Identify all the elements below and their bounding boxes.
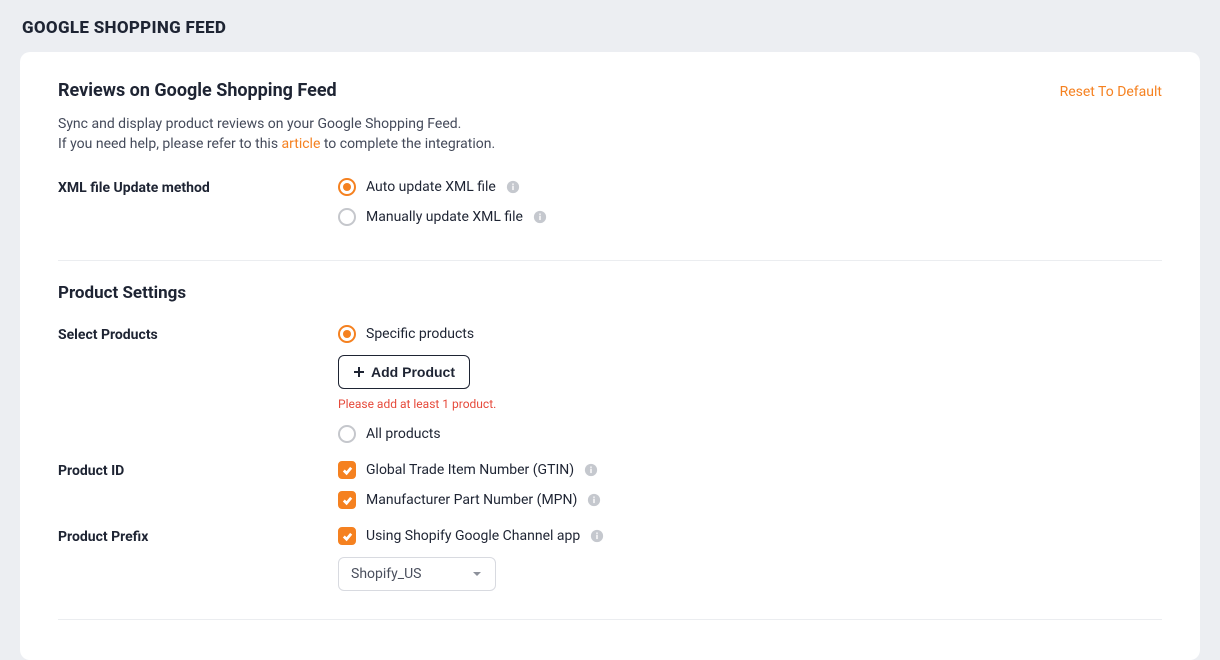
radio-icon xyxy=(338,325,356,343)
product-prefix-options: Using Shopify Google Channel app Shopify… xyxy=(338,527,1162,591)
checkbox-label-shopify-channel: Using Shopify Google Channel app xyxy=(366,528,580,544)
radio-specific-products[interactable]: Specific products xyxy=(338,325,1162,343)
checkbox-gtin[interactable]: Global Trade Item Number (GTIN) xyxy=(338,461,1162,479)
plus-icon xyxy=(353,366,365,378)
settings-card: Reviews on Google Shopping Feed Sync and… xyxy=(20,52,1200,660)
checkbox-icon xyxy=(338,461,356,479)
radio-icon xyxy=(338,425,356,443)
desc-line-1: Sync and display product reviews on your… xyxy=(58,116,461,132)
checkbox-label-mpn: Manufacturer Part Number (MPN) xyxy=(366,492,577,508)
radio-label-auto: Auto update XML file xyxy=(366,179,496,195)
checkbox-icon xyxy=(338,527,356,545)
radio-manual-update[interactable]: Manually update XML file xyxy=(338,208,1162,226)
radio-all-products[interactable]: All products xyxy=(338,425,1162,443)
checkbox-label-gtin: Global Trade Item Number (GTIN) xyxy=(366,462,574,478)
select-products-options: Specific products Add Product Please add… xyxy=(338,325,1162,443)
desc-line-2b: to complete the integration. xyxy=(320,136,495,152)
xml-update-row: XML file Update method Auto update XML f… xyxy=(58,178,1162,238)
info-icon[interactable] xyxy=(590,529,604,543)
product-settings-heading: Product Settings xyxy=(58,283,1162,303)
checkbox-mpn[interactable]: Manufacturer Part Number (MPN) xyxy=(338,491,1162,509)
xml-update-options: Auto update XML file Manually update XML… xyxy=(338,178,1162,238)
product-prefix-label: Product Prefix xyxy=(58,527,338,545)
select-products-row: Select Products Specific products Add Pr… xyxy=(58,325,1162,443)
prefix-select-value: Shopify_US xyxy=(351,566,421,582)
radio-label-specific: Specific products xyxy=(366,326,474,342)
radio-label-all: All products xyxy=(366,426,441,442)
info-icon[interactable] xyxy=(506,180,520,194)
add-product-error: Please add at least 1 product. xyxy=(338,397,1162,411)
card-heading: Reviews on Google Shopping Feed xyxy=(58,80,495,101)
page-title: GOOGLE SHOPPING FEED xyxy=(0,0,1220,52)
checkbox-shopify-channel[interactable]: Using Shopify Google Channel app xyxy=(338,527,1162,545)
info-icon[interactable] xyxy=(587,493,601,507)
add-product-label: Add Product xyxy=(371,364,455,380)
product-prefix-row: Product Prefix Using Shopify Google Chan… xyxy=(58,527,1162,591)
section-divider xyxy=(58,260,1162,261)
checkbox-icon xyxy=(338,491,356,509)
reset-to-default-link[interactable]: Reset To Default xyxy=(1060,84,1162,100)
radio-icon xyxy=(338,208,356,226)
product-id-options: Global Trade Item Number (GTIN) Manufact… xyxy=(338,461,1162,509)
select-products-label: Select Products xyxy=(58,325,338,343)
product-id-row: Product ID Global Trade Item Number (GTI… xyxy=(58,461,1162,509)
radio-icon xyxy=(338,178,356,196)
desc-line-2a: If you need help, please refer to this xyxy=(58,136,282,152)
card-description: Sync and display product reviews on your… xyxy=(58,115,495,154)
info-icon[interactable] xyxy=(533,210,547,224)
prefix-select[interactable]: Shopify_US xyxy=(338,557,496,591)
radio-auto-update[interactable]: Auto update XML file xyxy=(338,178,1162,196)
radio-label-manual: Manually update XML file xyxy=(366,209,523,225)
card-header: Reviews on Google Shopping Feed Sync and… xyxy=(58,80,1162,178)
section-divider xyxy=(58,619,1162,620)
xml-update-label: XML file Update method xyxy=(58,178,338,196)
add-product-button[interactable]: Add Product xyxy=(338,355,470,389)
info-icon[interactable] xyxy=(584,463,598,477)
product-id-label: Product ID xyxy=(58,461,338,479)
chevron-down-icon xyxy=(471,568,483,580)
article-link[interactable]: article xyxy=(282,136,321,152)
